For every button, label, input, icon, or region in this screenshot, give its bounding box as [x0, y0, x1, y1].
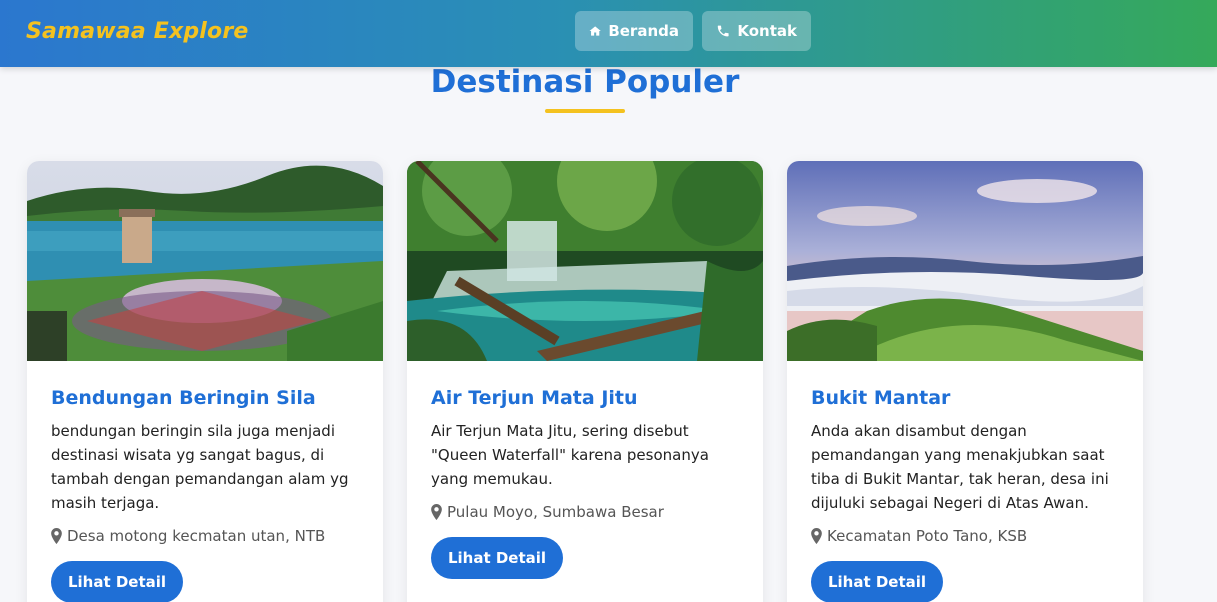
destination-card: Air Terjun Mata Jitu Air Terjun Mata Jit… — [407, 161, 763, 602]
destination-description: Anda akan disambut dengan pemandangan ya… — [811, 422, 1109, 512]
destination-image — [407, 161, 763, 361]
nav-contact-button[interactable]: Kontak — [702, 11, 811, 51]
destination-location: Kecamatan Poto Tano, KSB — [811, 525, 1119, 547]
home-icon — [589, 26, 601, 36]
section-title: Destinasi Populer — [430, 64, 740, 100]
nav-home-label: Beranda — [608, 22, 679, 40]
destination-description: Air Terjun Mata Jitu, sering disebut "Qu… — [431, 422, 709, 488]
nav-home-button[interactable]: Beranda — [575, 11, 693, 51]
nav-contact-label: Kontak — [737, 22, 797, 40]
map-marker-icon — [431, 504, 442, 520]
view-detail-button[interactable]: Lihat Detail — [51, 561, 183, 602]
destination-title: Bukit Mantar — [811, 387, 951, 409]
destination-image — [27, 161, 383, 361]
destination-title: Air Terjun Mata Jitu — [431, 387, 638, 409]
view-detail-button[interactable]: Lihat Detail — [811, 561, 943, 602]
destination-location-text: Pulau Moyo, Sumbawa Besar — [447, 503, 664, 521]
destination-location: Pulau Moyo, Sumbawa Besar — [431, 501, 739, 523]
destination-card: Bendungan Beringin Sila bendungan bering… — [27, 161, 383, 602]
destination-card: Bukit Mantar Anda akan disambut dengan p… — [787, 161, 1143, 602]
destination-image — [787, 161, 1143, 361]
destination-title: Bendungan Beringin Sila — [51, 387, 316, 409]
destination-description: bendungan beringin sila juga menjadi des… — [51, 422, 349, 512]
title-underline — [545, 109, 625, 113]
destination-location: Desa motong kecmatan utan, NTB — [51, 525, 359, 547]
map-marker-icon — [811, 528, 822, 544]
destination-location-text: Desa motong kecmatan utan, NTB — [67, 527, 326, 545]
map-marker-icon — [51, 528, 62, 544]
view-detail-button[interactable]: Lihat Detail — [431, 537, 563, 579]
phone-icon — [717, 25, 729, 37]
brand-logo[interactable]: Samawaa Explore — [26, 19, 249, 44]
navbar: Samawaa Explore Beranda Kontak — [0, 0, 1217, 67]
destination-location-text: Kecamatan Poto Tano, KSB — [827, 527, 1028, 545]
